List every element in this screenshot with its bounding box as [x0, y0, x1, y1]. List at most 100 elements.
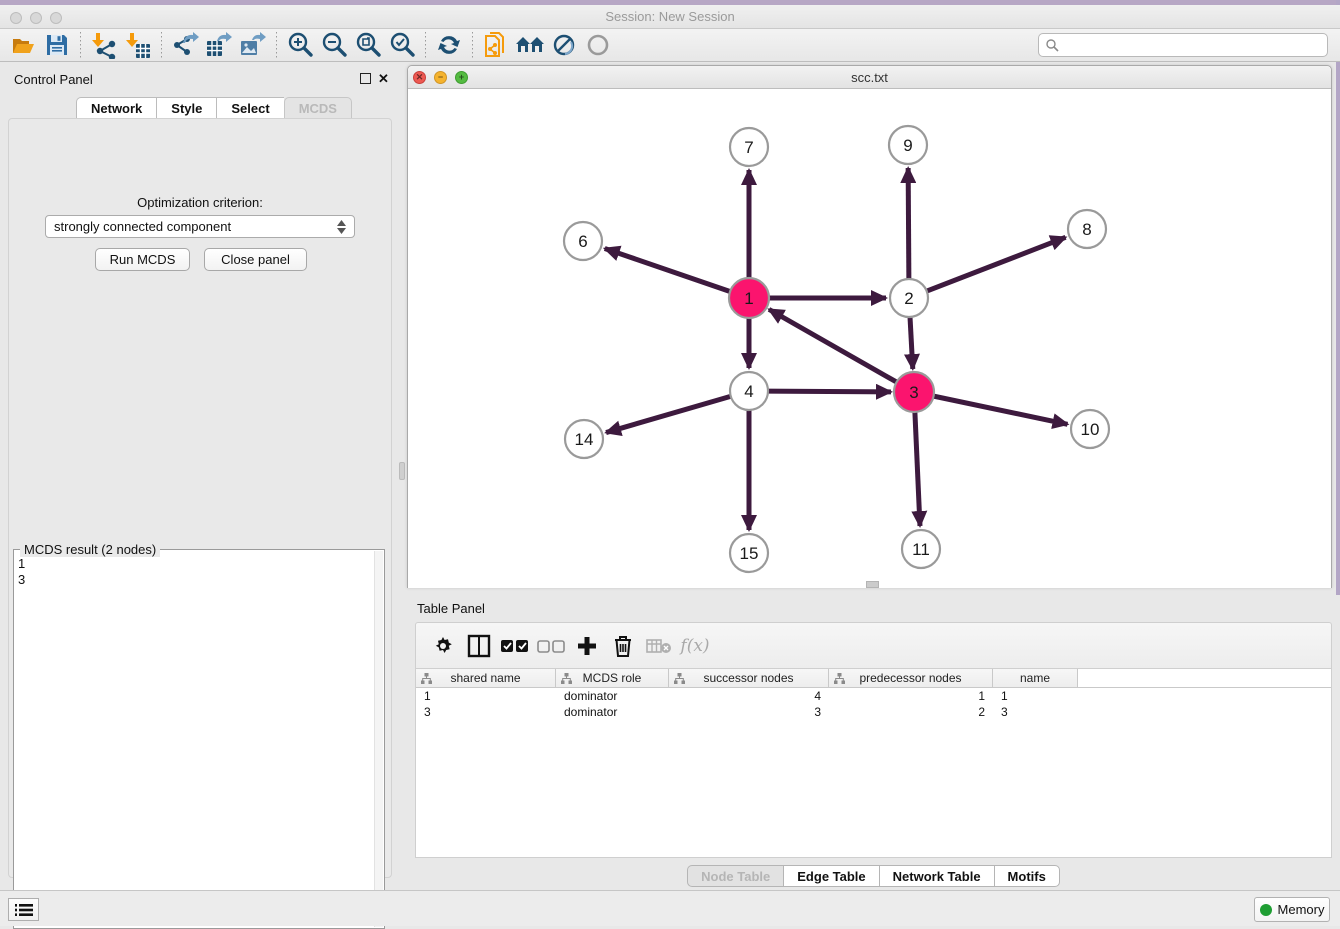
import-network-icon[interactable] — [87, 30, 121, 60]
export-network-icon[interactable] — [168, 30, 202, 60]
cell-shared-name: 1 — [416, 688, 556, 704]
node-label-10: 10 — [1081, 420, 1100, 439]
network-window-title: scc.txt — [408, 70, 1331, 85]
unselect-all-icon[interactable] — [536, 631, 566, 661]
search-box[interactable] — [1038, 33, 1328, 57]
edge-4-3[interactable] — [766, 391, 891, 392]
node-label-15: 15 — [740, 544, 759, 563]
edge-2-3[interactable] — [910, 315, 913, 369]
panel-mode-icon[interactable] — [464, 631, 494, 661]
delete-column-icon[interactable] — [608, 631, 638, 661]
column-header-shared-name[interactable]: shared name — [416, 669, 556, 687]
new-network-icon[interactable] — [479, 30, 513, 60]
mcds-result-title: MCDS result (2 nodes) — [20, 542, 160, 557]
network-window-resize-grip[interactable] — [866, 581, 879, 588]
zoom-fit-icon[interactable] — [351, 30, 385, 60]
memory-status-icon — [1260, 904, 1272, 916]
search-icon — [1045, 38, 1059, 52]
search-input[interactable] — [1059, 38, 1327, 52]
node-label-7: 7 — [744, 138, 753, 157]
node-label-11: 11 — [912, 540, 930, 559]
memory-label: Memory — [1278, 902, 1325, 917]
toolbar-separator — [80, 32, 81, 58]
network-view-window: ✕ − + scc.txt 7968124314101511 — [407, 65, 1332, 588]
tab-motifs[interactable]: Motifs — [994, 865, 1060, 887]
control-panel-title: Control Panel — [14, 72, 93, 87]
column-header-name[interactable]: name — [993, 669, 1078, 687]
table-tabs: Node TableEdge TableNetwork TableMotifs — [407, 865, 1340, 887]
zoom-out-icon[interactable] — [317, 30, 351, 60]
tab-style[interactable]: Style — [156, 97, 216, 119]
panel-splitter-handle[interactable] — [399, 462, 405, 480]
birds-eye-view-icon[interactable] — [581, 30, 615, 60]
node-label-14: 14 — [575, 430, 594, 449]
control-panel-header: Control Panel ✕ — [0, 62, 400, 94]
memory-button[interactable]: Memory — [1254, 897, 1330, 922]
tab-node-table[interactable]: Node Table — [687, 865, 783, 887]
edge-4-14[interactable] — [606, 396, 733, 433]
mcds-panel: Optimization criterion: strongly connect… — [8, 118, 392, 878]
export-image-icon[interactable] — [236, 30, 270, 60]
import-table-icon[interactable] — [121, 30, 155, 60]
zoom-in-icon[interactable] — [283, 30, 317, 60]
node-table[interactable]: shared nameMCDS rolesuccessor nodesprede… — [415, 668, 1332, 858]
cell-name: 3 — [993, 704, 1078, 720]
table-header-row: shared nameMCDS rolesuccessor nodesprede… — [416, 669, 1331, 688]
cell-shared-name: 3 — [416, 704, 556, 720]
show-panels-menu-button[interactable] — [8, 898, 39, 921]
cell-predecessor-nodes: 1 — [829, 688, 993, 704]
control-panel-tabs: NetworkStyleSelectMCDS — [76, 97, 352, 119]
cell-MCDS-role: dominator — [556, 688, 669, 704]
float-panel-icon[interactable] — [360, 73, 371, 84]
edge-3-11[interactable] — [915, 409, 920, 526]
network-graph[interactable]: 7968124314101511 — [408, 89, 1331, 588]
toolbar-separator — [276, 32, 277, 58]
node-label-6: 6 — [578, 232, 587, 251]
close-panel-icon[interactable]: ✕ — [378, 71, 389, 87]
criterion-value: strongly connected component — [54, 219, 231, 234]
mcds-result-text[interactable]: 1 3 — [18, 556, 372, 924]
column-header-predecessor-nodes[interactable]: predecessor nodes — [829, 669, 993, 687]
network-canvas[interactable]: 7968124314101511 — [408, 89, 1331, 588]
edge-2-9[interactable] — [908, 168, 909, 281]
mcds-result-scrollbar[interactable] — [374, 551, 383, 927]
hide-details-icon[interactable] — [547, 30, 581, 60]
close-panel-button[interactable]: Close panel — [204, 248, 307, 271]
toolbar-separator — [425, 32, 426, 58]
tab-mcds[interactable]: MCDS — [284, 97, 352, 119]
home-automation-icon[interactable] — [513, 30, 547, 60]
zoom-selected-icon[interactable] — [385, 30, 419, 60]
app-titlebar: Session: New Session — [0, 5, 1340, 29]
cell-MCDS-role: dominator — [556, 704, 669, 720]
tree-icon — [421, 673, 432, 684]
column-header-successor-nodes[interactable]: successor nodes — [669, 669, 829, 687]
tab-network[interactable]: Network — [76, 97, 156, 119]
select-spinner-icon — [337, 220, 346, 234]
edge-2-8[interactable] — [925, 237, 1066, 292]
criterion-select[interactable]: strongly connected component — [45, 215, 355, 238]
edge-1-6[interactable] — [605, 248, 733, 292]
main-toolbar — [0, 29, 1340, 62]
tab-edge-table[interactable]: Edge Table — [783, 865, 878, 887]
column-header-MCDS-role[interactable]: MCDS role — [556, 669, 669, 687]
add-column-icon[interactable] — [572, 631, 602, 661]
network-window-titlebar[interactable]: ✕ − + scc.txt — [408, 66, 1331, 89]
export-table-icon[interactable] — [202, 30, 236, 60]
delete-table-icon — [644, 631, 674, 661]
apply-layout-icon[interactable] — [432, 30, 466, 60]
edge-3-10[interactable] — [931, 395, 1068, 424]
edge-3-1[interactable] — [769, 309, 899, 383]
tab-select[interactable]: Select — [216, 97, 283, 119]
optimization-criterion-label: Optimization criterion: — [9, 195, 391, 210]
column-settings-icon[interactable] — [428, 631, 458, 661]
tab-network-table[interactable]: Network Table — [879, 865, 994, 887]
open-session-icon[interactable] — [6, 30, 40, 60]
select-all-icon[interactable] — [500, 631, 530, 661]
control-panel: Control Panel ✕ NetworkStyleSelectMCDS O… — [0, 62, 400, 890]
table-row[interactable]: 1dominator411 — [416, 688, 1331, 704]
tree-icon — [674, 673, 685, 684]
node-label-2: 2 — [904, 289, 913, 308]
table-row[interactable]: 3dominator323 — [416, 704, 1331, 720]
save-session-icon[interactable] — [40, 30, 74, 60]
run-mcds-button[interactable]: Run MCDS — [95, 248, 190, 271]
